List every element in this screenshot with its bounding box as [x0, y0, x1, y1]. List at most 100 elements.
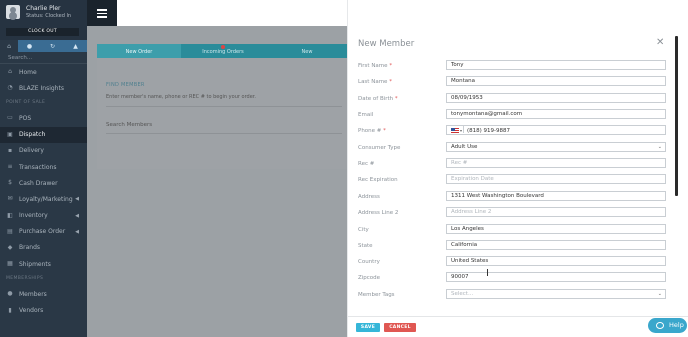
tab-incoming-orders[interactable]: Incoming Orders	[181, 44, 265, 58]
address-row: Address 1311 West Washington Boulevard	[358, 191, 666, 202]
select-placeholder: Select...	[451, 291, 474, 297]
home-icon: ⌂	[8, 68, 12, 76]
vendors-icon: ▮	[8, 306, 12, 314]
consumer-type-select[interactable]: Adult Use ⌄	[446, 142, 666, 152]
city-field[interactable]: Los Angeles	[446, 224, 666, 234]
phone-row: Phone # * ▾ (818) 919-9887	[358, 125, 666, 136]
chevron-left-icon: ◀	[75, 196, 79, 203]
address-line-2-field[interactable]: Address Line 2	[446, 207, 666, 217]
tag-icon: ⌂	[7, 42, 11, 50]
sidebar-item-label: Vendors	[19, 307, 44, 315]
order-tabs: New Order Incoming Orders New	[97, 44, 347, 58]
tab-new-order[interactable]: New Order	[97, 44, 181, 58]
find-member-panel: FIND MEMBER Enter member's name, phone o…	[97, 58, 347, 169]
sidebar-item-shipments[interactable]: ▦ Shipments	[0, 256, 87, 272]
save-button[interactable]: SAVE	[356, 323, 380, 332]
cancel-button[interactable]: CANCEL	[384, 323, 416, 332]
email-field[interactable]: tonymontana@gmail.com	[446, 109, 666, 119]
sidebar-item-members[interactable]: ● Members	[0, 286, 87, 302]
sidebar-item-label: Inventory	[19, 212, 48, 220]
sidebar-item-label: POS	[19, 114, 32, 122]
sidebar-item-label: Home	[19, 68, 37, 76]
inventory-icon: ◧	[7, 211, 13, 219]
us-flag-icon[interactable]	[451, 128, 459, 133]
scrollbar[interactable]	[675, 36, 678, 196]
help-label: Help	[669, 321, 684, 329]
field-label: Phone # *	[358, 128, 386, 134]
sidebar-item-delivery[interactable]: ▪ Delivery	[0, 143, 87, 159]
rec-number-field[interactable]: Rec #	[446, 158, 666, 168]
sidebar-item-brands[interactable]: ◆ Brands	[0, 240, 87, 256]
country-field[interactable]: United States	[446, 256, 666, 266]
sidebar-tab-notifications[interactable]: ▲	[64, 40, 87, 52]
sidebar-tab-user[interactable]: ●	[18, 40, 41, 52]
sidebar-item-pos[interactable]: ▭ POS	[0, 110, 87, 126]
first-name-field[interactable]: Tony	[446, 60, 666, 70]
clock-out-button[interactable]: CLOCK OUT	[6, 28, 79, 36]
member-tags-row: Member Tags Select... ⌄	[358, 289, 666, 300]
address-field[interactable]: 1311 West Washington Boulevard	[446, 191, 666, 201]
top-bar	[87, 0, 347, 26]
purchase-order-icon: ▤	[7, 227, 13, 235]
sidebar-search-input[interactable]: Search...	[0, 52, 87, 64]
sidebar-tab-home[interactable]: ⌂	[0, 40, 18, 52]
sidebar-item-label: Purchase Order	[19, 228, 66, 236]
chat-icon	[656, 322, 664, 329]
sidebar-item-inventory[interactable]: ◧ Inventory ◀	[0, 208, 87, 224]
sidebar-item-cash-drawer[interactable]: $ Cash Drawer	[0, 175, 87, 191]
divider	[106, 133, 342, 134]
field-label: Address Line 2	[358, 210, 399, 216]
rec-expiration-row: Rec Expiration Expiration Date	[358, 174, 666, 185]
menu-icon[interactable]	[87, 0, 117, 26]
chevron-left-icon: ◀	[75, 228, 79, 235]
sidebar-item-label: Cash Drawer	[19, 179, 58, 187]
sync-icon: ↻	[49, 42, 56, 50]
zipcode-field[interactable]: 90007	[446, 272, 666, 282]
members-icon: ●	[7, 290, 13, 298]
field-label: Rec #	[358, 161, 375, 167]
chevron-left-icon: ◀	[75, 212, 79, 219]
field-label: Email	[358, 112, 374, 118]
help-button[interactable]: Help	[648, 318, 687, 333]
rec-expiration-field[interactable]: Expiration Date	[446, 174, 666, 184]
delivery-icon: ▪	[7, 146, 13, 154]
sidebar-item-loyalty-marketing[interactable]: ✉ Loyalty/Marketing ◀	[0, 191, 87, 207]
sidebar-item-label: Brands	[19, 244, 40, 252]
insights-icon: ◔	[7, 84, 13, 92]
field-label: Last Name *	[358, 79, 392, 85]
cash-drawer-icon: $	[8, 179, 12, 187]
field-label: Address	[358, 194, 380, 200]
sidebar-item-dispatch[interactable]: ▣ Dispatch	[0, 126, 90, 143]
close-icon[interactable]: ✕	[656, 38, 664, 48]
field-label: State	[358, 243, 373, 249]
email-row: Email tonymontana@gmail.com	[358, 109, 666, 120]
field-label: City	[358, 227, 369, 233]
field-label: Rec Expiration	[358, 177, 398, 183]
chevron-down-icon: ▾	[460, 128, 463, 133]
divider	[106, 106, 342, 107]
sidebar-item-home[interactable]: ⌂ Home	[0, 64, 87, 80]
tab-new[interactable]: New	[265, 44, 349, 58]
sidebar-item-transactions[interactable]: ≡ Transactions	[0, 159, 87, 175]
phone-field[interactable]: ▾ (818) 919-9887	[446, 125, 666, 135]
field-label: Date of Birth *	[358, 96, 398, 102]
text-cursor	[487, 269, 489, 276]
sidebar-section-memberships: MEMBERSHIPS	[6, 276, 44, 282]
member-tags-select[interactable]: Select... ⌄	[446, 289, 666, 299]
field-label: Zipcode	[358, 275, 381, 281]
user-name: Charlie Pler	[26, 5, 61, 12]
consumer-type-row: Consumer Type Adult Use ⌄	[358, 142, 666, 153]
search-members-input[interactable]: Search Members	[106, 122, 152, 128]
sidebar-item-vendors[interactable]: ▮ Vendors	[0, 302, 87, 318]
state-row: State California	[358, 240, 666, 251]
sidebar-tab-sync[interactable]: ↻	[41, 40, 64, 52]
sidebar-item-purchase-order[interactable]: ▤ Purchase Order ◀	[0, 224, 87, 240]
dispatch-icon: ▣	[7, 130, 13, 138]
sidebar-item-blaze-insights[interactable]: ◔ BLAZE Insights	[0, 80, 87, 96]
last-name-field[interactable]: Montana	[446, 76, 666, 86]
field-label: First Name *	[358, 63, 393, 69]
rec-number-row: Rec # Rec #	[358, 158, 666, 169]
select-value: Adult Use	[451, 144, 478, 150]
date-of-birth-field[interactable]: 08/09/1953	[446, 93, 666, 103]
state-field[interactable]: California	[446, 240, 666, 250]
